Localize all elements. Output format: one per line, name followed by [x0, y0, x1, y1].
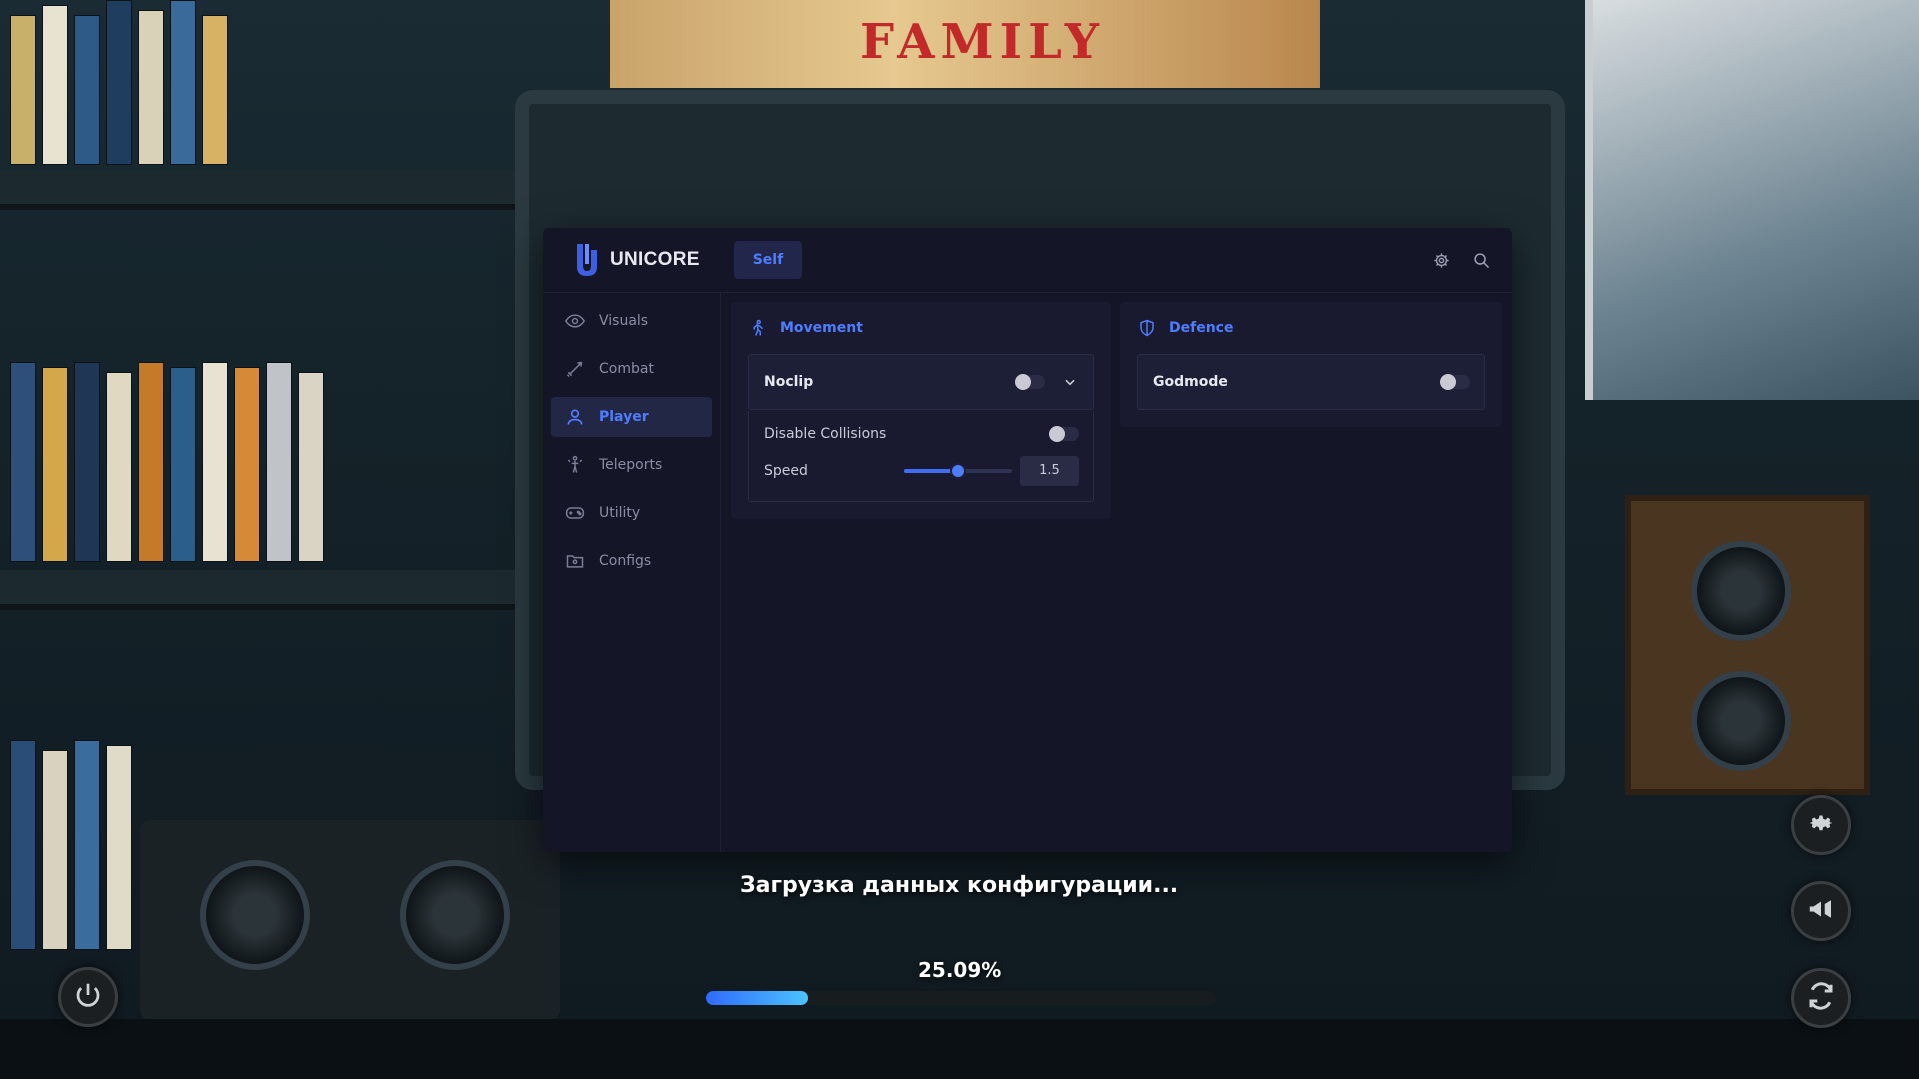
sidebar-item-combat[interactable]: Combat — [551, 349, 712, 389]
teleport-icon — [565, 455, 585, 475]
power-button[interactable] — [58, 967, 118, 1027]
chevron-down-icon[interactable] — [1061, 373, 1079, 391]
noclip-toggle[interactable] — [1015, 374, 1045, 390]
search-icon[interactable] — [1472, 251, 1490, 269]
window-header: UNICORE Self — [543, 228, 1512, 293]
godmode-feature: Godmode — [1137, 354, 1485, 410]
speed-label: Speed — [764, 462, 808, 479]
sidebar-item-label: Teleports — [599, 457, 663, 473]
godmode-toggle[interactable] — [1440, 374, 1470, 390]
sidebar-item-utility[interactable]: Utility — [551, 493, 712, 533]
announcement-button[interactable] — [1791, 881, 1851, 941]
window-body: Visuals Combat Player Teleports Utility … — [543, 293, 1512, 852]
loading-percent: 25.09% — [918, 958, 1002, 982]
movement-panel-title: Movement — [748, 302, 1094, 354]
godmode-label: Godmode — [1153, 374, 1228, 390]
movement-title-text: Movement — [780, 320, 863, 336]
defence-panel: Defence Godmode — [1120, 302, 1502, 427]
defence-title-text: Defence — [1169, 320, 1234, 336]
shield-icon — [1137, 318, 1157, 338]
unicore-logo-icon — [574, 242, 600, 278]
menu-window: UNICORE Self Visuals Combat Player Telep… — [543, 228, 1512, 852]
poster-top: FAMILY — [610, 0, 1320, 88]
disable-collisions-label: Disable Collisions — [764, 425, 887, 442]
disable-collisions-toggle[interactable] — [1049, 425, 1079, 442]
speed-value-box[interactable]: 1.5 — [1020, 455, 1079, 486]
noclip-row: Noclip — [749, 355, 1093, 409]
speed-slider-thumb[interactable] — [950, 462, 966, 479]
books-row-2 — [10, 362, 324, 562]
walking-icon — [748, 318, 768, 338]
settings-icon — [1806, 808, 1836, 842]
settings-button[interactable] — [1791, 795, 1851, 855]
speaker-right — [1625, 495, 1870, 795]
refresh-button[interactable] — [1791, 968, 1851, 1028]
sidebar-item-label: Player — [599, 409, 649, 425]
godmode-row: Godmode — [1138, 355, 1484, 409]
sidebar-item-label: Visuals — [599, 313, 649, 329]
sidebar-item-label: Utility — [599, 505, 641, 521]
bookshelf-top — [0, 170, 520, 210]
sword-icon — [565, 359, 585, 379]
tab-self[interactable]: Self — [733, 241, 803, 279]
sidebar-item-visuals[interactable]: Visuals — [551, 301, 712, 341]
speaker-left — [140, 820, 560, 1020]
sidebar-item-label: Configs — [599, 553, 652, 569]
poster-right — [1585, 0, 1919, 400]
noclip-feature: Noclip — [748, 354, 1094, 410]
bookshelf-middle — [0, 570, 520, 610]
sidebar: Visuals Combat Player Teleports Utility … — [543, 293, 721, 852]
speed-slider[interactable] — [904, 462, 1012, 479]
content-area: Movement Noclip Disable Collisions Speed… — [721, 293, 1512, 852]
books-row-1 — [10, 0, 228, 165]
loading-progress-bar — [706, 991, 1216, 1005]
gear-icon[interactable] — [1432, 251, 1450, 269]
loading-text: Загрузка данных конфигурации... — [740, 873, 1179, 898]
folder-icon — [565, 551, 585, 571]
refresh-icon — [1806, 981, 1836, 1015]
noclip-options: Disable Collisions Speed 1.5 — [748, 411, 1094, 502]
disable-collisions-row: Disable Collisions — [764, 415, 1079, 452]
poster-logo-text: FAMILY — [860, 14, 1106, 70]
sidebar-item-teleports[interactable]: Teleports — [551, 445, 712, 485]
user-icon — [565, 407, 585, 427]
floor — [0, 1019, 1919, 1079]
header-actions — [1432, 251, 1490, 269]
sidebar-item-player[interactable]: Player — [551, 397, 712, 437]
brand-name: UNICORE — [610, 249, 700, 270]
gamepad-icon — [565, 503, 585, 523]
speed-row: Speed 1.5 — [764, 452, 1079, 489]
books-row-3 — [10, 740, 132, 950]
megaphone-icon — [1806, 894, 1836, 928]
loading-progress-fill — [706, 991, 809, 1005]
sidebar-item-configs[interactable]: Configs — [551, 541, 712, 581]
sidebar-item-label: Combat — [599, 361, 654, 377]
movement-panel: Movement Noclip Disable Collisions Speed… — [731, 302, 1111, 519]
eye-icon — [565, 311, 585, 331]
noclip-label: Noclip — [764, 374, 814, 390]
power-icon — [73, 980, 103, 1014]
brand: UNICORE — [574, 242, 700, 278]
defence-panel-title: Defence — [1137, 302, 1485, 354]
